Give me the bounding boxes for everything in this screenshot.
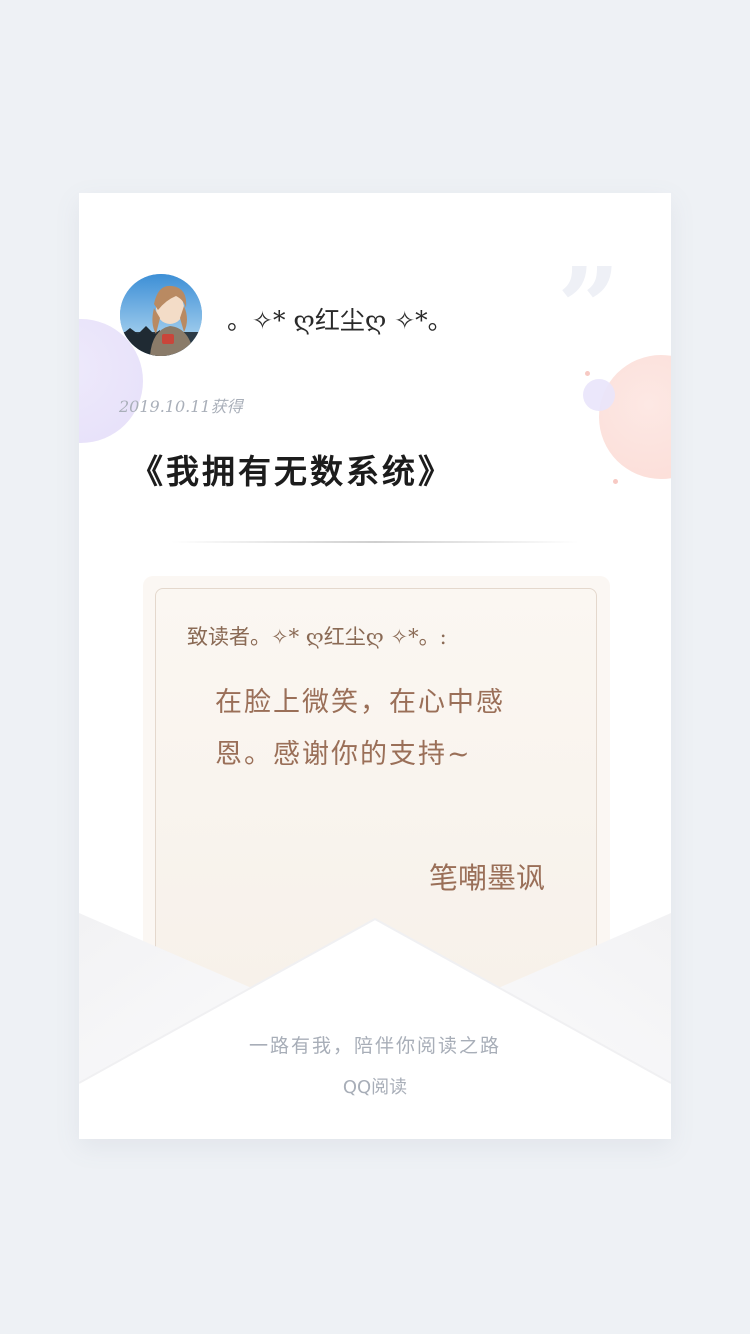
envelope-flap	[79, 913, 671, 1139]
lavender-circle-decoration	[583, 379, 615, 411]
quote-mark-icon: ”	[557, 243, 621, 372]
dot-decoration	[613, 479, 618, 484]
book-title: 《我拥有无数系统》	[130, 452, 454, 491]
avatar[interactable]	[120, 274, 202, 356]
letter-salutation: 致读者。✧* ღ红尘ღ ✧*。:	[187, 625, 447, 649]
footer-tagline: 一路有我，陪伴你阅读之路	[248, 1035, 501, 1057]
author-signature: 笔嘲墨讽	[429, 861, 546, 895]
obtained-date: 2019.10.11获得	[119, 397, 243, 416]
avatar-illustration	[120, 274, 202, 356]
letter-message: 在脸上微笑，在心中感恩。感谢你的支持~	[215, 687, 505, 770]
divider	[171, 541, 579, 543]
username: 。✧* ღ红尘ღ ✧*。	[227, 306, 453, 335]
peach-circle-decoration	[599, 355, 671, 479]
achievement-card: ” 。✧* ღ红尘ღ ✧*。 2019.10.11获得 《我拥有无数系统》 致读…	[79, 193, 671, 1139]
brand-name: QQ阅读	[342, 1077, 408, 1098]
